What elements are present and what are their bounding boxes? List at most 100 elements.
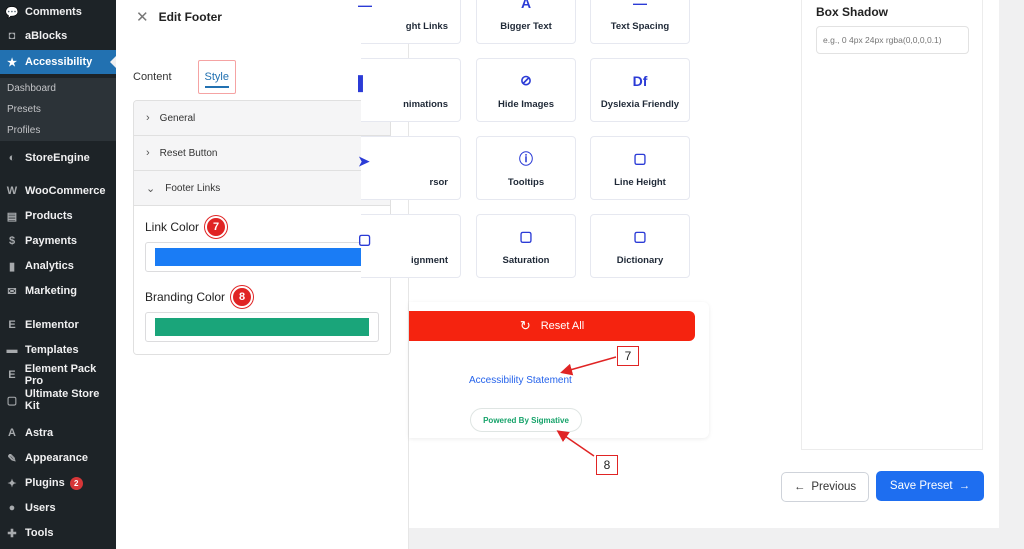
dyslexia-icon: Df — [632, 72, 648, 89]
widget-footer: ↻ Reset All Accessibility Statement Powe… — [409, 302, 709, 438]
menu-label: Payments — [25, 235, 77, 247]
box-shadow-input[interactable] — [816, 26, 969, 54]
tile-hide-images[interactable]: ⊘ Hide Images — [476, 58, 576, 122]
menu-label: Templates — [25, 344, 79, 356]
menu-item-users[interactable]: ● Users — [0, 496, 116, 520]
menu-item-plugins[interactable]: ✦ Plugins 2 — [0, 471, 116, 495]
menu-label: Plugins — [25, 477, 65, 489]
animations-icon: ▌ — [358, 75, 368, 91]
save-preset-label: Save Preset — [889, 480, 953, 492]
accessibility-submenu: Dashboard Presets Profiles — [0, 78, 116, 141]
menu-item-element-pack-pro[interactable]: E Element Pack Pro — [0, 363, 116, 387]
tab-content[interactable]: Content — [133, 60, 172, 94]
element-pack-icon: E — [8, 369, 16, 381]
cursor-icon: ➤ — [358, 152, 370, 169]
tile-links[interactable]: — ght Links — [358, 0, 461, 44]
menu-label: WooCommerce — [25, 185, 106, 197]
accessibility-statement-link[interactable]: Accessibility Statement — [469, 375, 572, 386]
menu-item-payments[interactable]: $ Payments — [0, 229, 116, 253]
link-color-picker[interactable] — [145, 242, 379, 272]
tile-label: ght Links — [405, 21, 448, 32]
menu-item-storeengine[interactable]: ◐ StoreEngine — [0, 146, 116, 170]
menu-item-woocommerce[interactable]: W WooCommerce — [0, 179, 116, 203]
chevron-right-icon: › — [146, 112, 150, 124]
tile-text-spacing[interactable]: — Text Spacing — [590, 0, 690, 44]
tab-style[interactable]: Style — [197, 60, 236, 94]
alignment-icon: ▢ — [358, 230, 372, 247]
line-height-icon: ▢ — [633, 150, 647, 166]
tile-label: Hide Images — [498, 98, 554, 110]
link-color-label-row: Link Color 7 — [145, 216, 379, 238]
hide-images-icon: ⊘ — [520, 72, 532, 88]
link-color-swatch[interactable] — [155, 248, 369, 266]
menu-item-appearance[interactable]: ✎ Appearance — [0, 446, 116, 470]
comments-icon: 💬 — [5, 6, 19, 19]
reset-all-button[interactable]: ↻ Reset All — [409, 311, 695, 341]
reset-icon: ↻ — [519, 318, 531, 333]
tile-label: Dyslexia Friendly — [600, 98, 680, 110]
tile-label: Text Spacing — [610, 20, 670, 32]
astra-icon: A — [8, 427, 16, 439]
menu-item-tools[interactable]: ✚ Tools — [0, 521, 116, 545]
payments-icon: $ — [8, 235, 16, 247]
branding-color-label-row: Branding Color 8 — [145, 286, 379, 308]
appearance-icon: ✎ — [7, 452, 17, 465]
submenu-item-presets[interactable]: Presets — [0, 99, 116, 120]
tile-cursor[interactable]: ➤ rsor — [358, 136, 461, 200]
menu-item-analytics[interactable]: ▮ Analytics — [0, 254, 116, 278]
menu-label: Astra — [25, 427, 54, 439]
ablocks-icon: ◘ — [8, 30, 16, 42]
tile-line-height[interactable]: ▢ Line Height — [590, 136, 690, 200]
submenu-item-dashboard[interactable]: Dashboard — [0, 78, 116, 99]
tile-bigger-text[interactable]: A Bigger Text — [476, 0, 576, 44]
menu-item-ultimate-store-kit[interactable]: ▢ Ultimate Store Kit — [0, 388, 116, 412]
tile-tooltips[interactable]: ⓘ Tooltips — [476, 136, 576, 200]
save-preset-button[interactable]: Save Preset → — [876, 471, 984, 501]
previous-button[interactable]: ← Previous — [781, 472, 869, 502]
link-color-label: Link Color — [145, 220, 200, 234]
branding-color-label: Branding Color — [145, 290, 226, 304]
dictionary-icon: ▢ — [633, 228, 647, 244]
tile-saturation[interactable]: ▢ Saturation — [476, 214, 576, 278]
close-icon[interactable]: ✕ — [136, 8, 149, 26]
branding-color-picker[interactable] — [145, 312, 379, 342]
section-reset-button[interactable]: › Reset Button — [134, 136, 390, 171]
menu-item-elementor[interactable]: E Elementor — [0, 313, 116, 337]
arrow-left-icon: ← — [793, 481, 806, 493]
tile-label: rsor — [429, 177, 448, 188]
tooltips-icon: ⓘ — [519, 150, 533, 167]
branding-color-swatch[interactable] — [155, 318, 369, 336]
menu-label: Accessibility — [25, 56, 93, 68]
woocommerce-icon: W — [6, 185, 18, 197]
reset-all-label: Reset All — [540, 320, 585, 332]
callout-badge-7: 7 — [205, 216, 228, 238]
section-label: General — [159, 112, 196, 124]
menu-label: Ultimate Store Kit — [24, 388, 100, 412]
tile-dictionary[interactable]: ▢ Dictionary — [590, 214, 690, 278]
menu-item-comments[interactable]: 💬 Comments — [0, 0, 116, 24]
users-icon: ● — [8, 502, 16, 514]
menu-label: Element Pack Pro — [24, 363, 97, 387]
section-footer-links[interactable]: ⌄ Footer Links — [134, 171, 390, 206]
menu-item-marketing[interactable]: ✉ Marketing — [0, 279, 116, 303]
submenu-item-profiles[interactable]: Profiles — [0, 120, 116, 141]
menu-item-astra[interactable]: A Astra — [0, 421, 116, 445]
panel-tabs: Content Style — [133, 60, 262, 94]
tile-alignment[interactable]: ▢ ignment — [358, 214, 461, 278]
tile-dyslexia[interactable]: Df Dyslexia Friendly — [590, 58, 690, 122]
tile-animations[interactable]: ▌ nimations — [358, 58, 461, 122]
plugins-icon: ✦ — [7, 477, 17, 490]
menu-item-accessibility[interactable]: ★ Accessibility — [0, 50, 116, 74]
menu-label: Comments — [25, 6, 82, 18]
store-kit-icon: ▢ — [6, 394, 18, 407]
chevron-right-icon: › — [146, 147, 150, 159]
menu-item-templates[interactable]: ▬ Templates — [0, 338, 116, 362]
tile-label: Bigger Text — [500, 20, 552, 32]
annotation-box-7: 7 — [617, 346, 639, 366]
menu-item-ablocks[interactable]: ◘ aBlocks — [0, 24, 116, 48]
powered-by-badge[interactable]: Powered By Sigmative — [470, 408, 582, 432]
section-general[interactable]: › General — [134, 101, 390, 136]
wp-admin-sidebar: 💬 Comments ◘ aBlocks ★ Accessibility Dashboard… — [0, 0, 116, 549]
menu-item-products[interactable]: ▤ Products — [0, 204, 116, 228]
arrow-right-icon: → — [958, 480, 971, 492]
